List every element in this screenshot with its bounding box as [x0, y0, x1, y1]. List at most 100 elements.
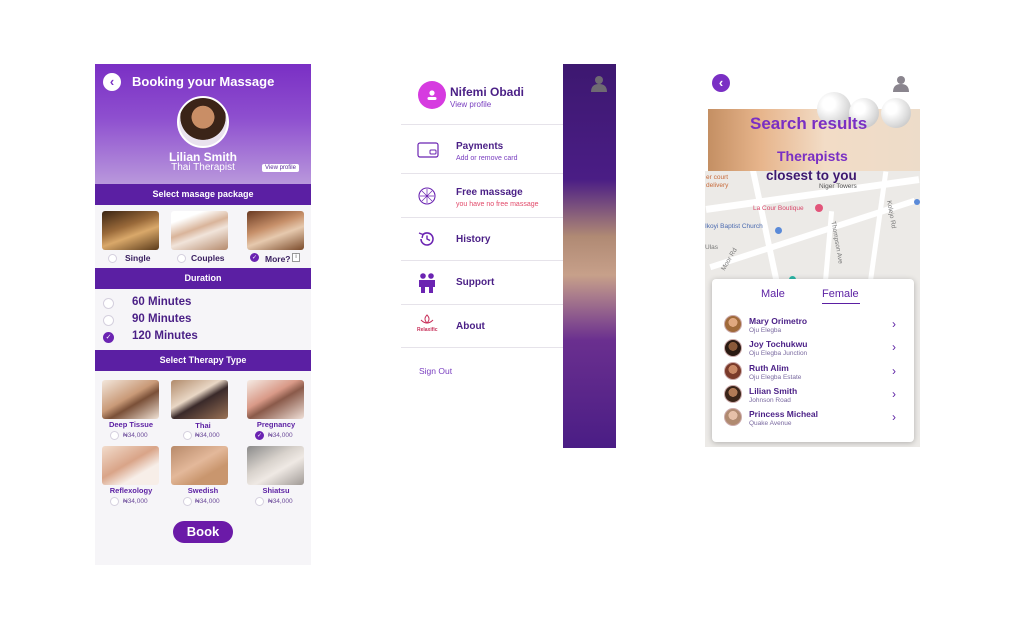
duration-header: Duration	[95, 268, 311, 289]
menu-item-about[interactable]: About	[456, 321, 485, 332]
therapy-swedish-label: Swedish	[187, 486, 219, 495]
therapy-pregnancy-radio[interactable]: ✓	[255, 431, 264, 440]
background-image	[563, 64, 616, 448]
package-more-radio[interactable]: ✓	[250, 253, 259, 262]
map-road	[709, 197, 916, 271]
duration-120-radio[interactable]: ✓	[103, 332, 114, 343]
about-logo-text: Relaxific	[417, 327, 438, 333]
therapist-name[interactable]: Ruth Alim	[749, 363, 789, 373]
package-more-label: More?	[265, 254, 291, 264]
therapy-deep-tissue-image[interactable]	[102, 380, 159, 419]
therapy-shiatsu-image[interactable]	[247, 446, 304, 485]
therapist-location: Quake Avenue	[749, 420, 792, 427]
active-tab-indicator	[822, 303, 860, 304]
therapist-list-card: Male Female Mary Orimetro Oju Elegba › J…	[712, 279, 914, 442]
logo-icon: Relaxific	[417, 314, 438, 334]
duration-60-label: 60 Minutes	[132, 296, 192, 308]
therapy-reflexology-radio[interactable]	[110, 497, 119, 506]
therapy-thai-image[interactable]	[171, 380, 228, 419]
lotus-icon	[420, 314, 434, 324]
view-profile-link[interactable]: View profile	[450, 100, 491, 109]
chevron-right-icon[interactable]: ›	[892, 317, 896, 331]
sign-out-link[interactable]: Sign Out	[419, 366, 452, 376]
therapy-pregnancy-image[interactable]	[247, 380, 304, 419]
chevron-right-icon[interactable]: ›	[892, 340, 896, 354]
therapy-deep-tissue-radio[interactable]	[110, 431, 119, 440]
therapy-header: Select Therapy Type	[95, 350, 311, 371]
stone-decoration	[881, 98, 911, 128]
page-title: Search results	[750, 114, 868, 133]
duration-90-radio[interactable]	[103, 315, 114, 326]
map-pin	[775, 227, 782, 234]
back-button[interactable]: ‹	[103, 73, 121, 91]
package-single-radio[interactable]	[108, 254, 117, 263]
map-label: La Cour Boutique	[753, 205, 804, 212]
package-couples-radio[interactable]	[177, 254, 186, 263]
therapy-swedish-image[interactable]	[171, 446, 228, 485]
book-button[interactable]: Book	[173, 521, 233, 543]
package-couples-image[interactable]	[171, 211, 228, 250]
package-single-image[interactable]	[102, 211, 159, 250]
package-couples-label: Couples	[191, 253, 225, 263]
duration-90-label: 90 Minutes	[132, 313, 192, 325]
profile-pic[interactable]	[418, 81, 446, 109]
map-pin	[914, 199, 920, 205]
duration-120-label: 120 Minutes	[132, 330, 198, 342]
people-icon	[417, 272, 437, 293]
therapy-swedish-radio[interactable]	[183, 497, 192, 506]
divider	[401, 173, 563, 174]
therapy-thai-radio[interactable]	[183, 431, 192, 440]
divider	[401, 217, 563, 218]
user-icon[interactable]	[590, 74, 608, 92]
therapist-location: Johnson Road	[749, 397, 791, 404]
therapy-swedish-price: ₦34,000	[195, 498, 220, 505]
card-icon	[417, 142, 439, 162]
menu-item-history[interactable]: History	[456, 234, 490, 245]
therapist-name[interactable]: Lilian Smith	[749, 386, 797, 396]
menu-item-free-massage[interactable]: Free massage	[456, 187, 523, 198]
page-title: Booking your Massage	[132, 74, 275, 89]
compass-icon	[417, 186, 437, 206]
chevron-right-icon[interactable]: ›	[892, 410, 896, 424]
avatar	[724, 362, 742, 380]
booking-screen: ‹ Booking your Massage Lilian Smith Thai…	[95, 64, 311, 565]
therapy-shiatsu-radio[interactable]	[255, 497, 264, 506]
user-icon[interactable]	[892, 74, 910, 92]
therapist-location: Oju Elegba Estate	[749, 374, 802, 381]
tab-female[interactable]: Female	[822, 288, 859, 300]
therapy-shiatsu-price: ₦34,000	[268, 498, 293, 505]
menu-item-payments[interactable]: Payments	[456, 141, 503, 152]
map-label: Niger Towers	[819, 183, 857, 190]
tab-male[interactable]: Male	[761, 288, 785, 300]
package-more-image[interactable]	[247, 211, 304, 250]
avatar	[724, 408, 742, 426]
therapy-deep-tissue-price: ₦34,000	[123, 432, 148, 439]
therapy-thai-label: Thai	[195, 421, 211, 430]
therapist-name[interactable]: Princess Micheal	[749, 409, 818, 419]
map-pin	[815, 204, 823, 212]
person-icon	[427, 90, 437, 100]
history-icon	[417, 229, 437, 249]
back-button[interactable]: ‹	[712, 74, 730, 92]
therapy-deep-tissue-label: Deep Tissue	[108, 420, 154, 429]
therapy-reflexology-image[interactable]	[102, 446, 159, 485]
map-label: delivery	[706, 182, 729, 189]
duration-60-radio[interactable]	[103, 298, 114, 309]
map-label: Ikoyi Baptist Church	[705, 223, 763, 230]
search-results-screen: ‹ Search results Therapists er court del…	[705, 64, 920, 447]
info-icon[interactable]: i	[292, 253, 300, 262]
avatar	[724, 315, 742, 333]
therapist-avatar	[177, 96, 229, 148]
menu-item-support[interactable]: Support	[456, 277, 494, 288]
map-label: er court	[706, 174, 729, 181]
therapist-name[interactable]: Mary Orimetro	[749, 316, 807, 326]
menu-item-free-massage-sub: you have no free massage	[456, 201, 539, 208]
avatar	[724, 339, 742, 357]
view-profile-button[interactable]: View profile	[262, 164, 299, 172]
package-header: Select masage package	[95, 184, 311, 205]
chevron-right-icon[interactable]: ›	[892, 364, 896, 378]
therapist-name[interactable]: Joy Tochukwu	[749, 339, 807, 349]
therapy-shiatsu-label: Shiatsu	[262, 486, 290, 495]
chevron-right-icon[interactable]: ›	[892, 387, 896, 401]
therapy-thai-price: ₦34,000	[195, 432, 220, 439]
